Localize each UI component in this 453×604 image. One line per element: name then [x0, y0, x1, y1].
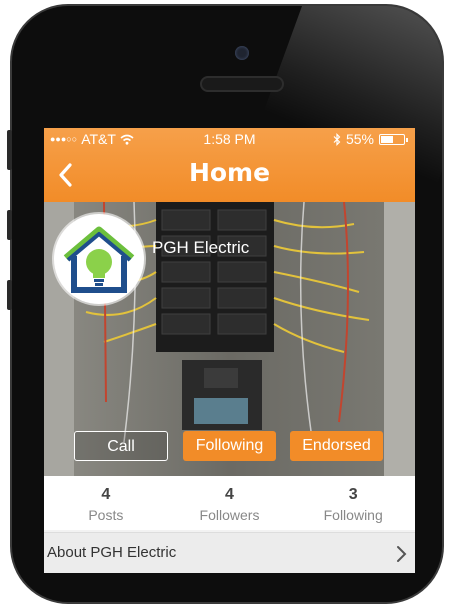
following-count: 3 [348, 486, 358, 503]
posts-count: 4 [101, 486, 111, 503]
earpiece-speaker [200, 76, 284, 92]
about-label: About PGH Electric [47, 544, 177, 561]
volume-down-button [7, 210, 12, 240]
bluetooth-icon [333, 132, 341, 146]
front-camera [235, 46, 249, 60]
cover-photo: PGH Electric Call Following Endorsed [44, 202, 415, 476]
stat-followers[interactable]: 4 Followers [168, 476, 292, 530]
volume-up-button [7, 130, 12, 170]
posts-label: Posts [88, 507, 124, 523]
following-label: Following [323, 507, 383, 523]
call-button[interactable]: Call [74, 431, 168, 461]
stat-following[interactable]: 3 Following [291, 476, 415, 530]
mute-switch [7, 280, 12, 310]
business-name: PGH Electric [152, 238, 250, 257]
about-row[interactable]: About PGH Electric [44, 532, 415, 573]
following-button[interactable]: Following [183, 431, 276, 461]
app-screen: ●●●○○ AT&T 1:58 PM 55% Home PGH Electric… [44, 128, 415, 573]
status-right: 55% [333, 131, 408, 147]
stats-row: 4 Posts 4 Followers 3 Following [44, 476, 415, 530]
followers-label: Followers [199, 507, 260, 523]
battery-percent: 55% [345, 131, 374, 147]
status-bar: ●●●○○ AT&T 1:58 PM 55% [44, 128, 415, 150]
house-lightbulb-logo [54, 214, 144, 304]
battery-icon [379, 133, 408, 145]
page-title: Home [188, 158, 271, 187]
nav-bar: ●●●○○ AT&T 1:58 PM 55% Home [44, 128, 415, 202]
stat-posts[interactable]: 4 Posts [44, 476, 168, 530]
endorsed-button[interactable]: Endorsed [290, 431, 383, 461]
chevron-right-icon [397, 546, 407, 562]
followers-count: 4 [225, 486, 234, 503]
